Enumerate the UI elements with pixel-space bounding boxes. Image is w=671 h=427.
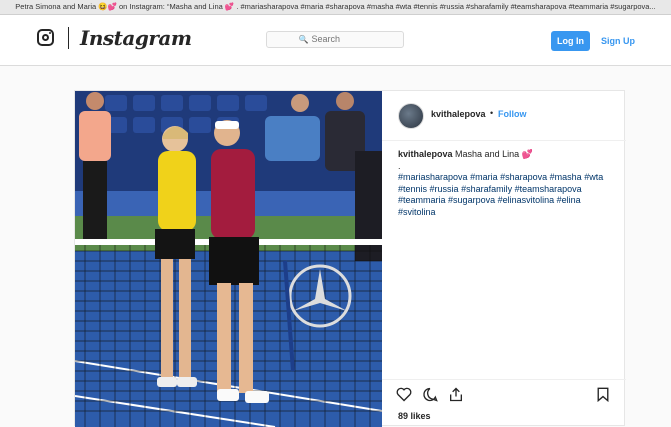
caption-dot: . — [398, 160, 401, 171]
bookmark-icon[interactable] — [596, 387, 610, 402]
avatar[interactable] — [398, 103, 424, 129]
hashtag-link[interactable]: #svitolina — [398, 207, 436, 217]
search-icon: 🔍 — [298, 35, 309, 44]
action-bar — [382, 379, 626, 402]
hashtag-link[interactable]: #sugarpova — [448, 195, 495, 205]
hashtag-list: #mariasharapova #maria #sharapova #masha… — [398, 172, 616, 218]
hashtag-link[interactable]: #masha — [550, 172, 582, 182]
sign-up-link[interactable]: Sign Up — [601, 32, 635, 50]
hashtag-link[interactable]: #tennis — [398, 184, 427, 194]
post-photo[interactable] — [75, 91, 382, 427]
share-icon[interactable] — [448, 387, 464, 402]
search-box[interactable]: 🔍 — [266, 31, 404, 48]
hashtag-link[interactable]: #sharafamily — [461, 184, 512, 194]
heart-icon[interactable] — [396, 387, 412, 402]
follow-button[interactable]: Follow — [498, 109, 527, 119]
nav-divider — [68, 27, 69, 49]
instagram-glyph-icon[interactable] — [37, 29, 54, 46]
likes-count[interactable]: 89 likes — [398, 411, 431, 421]
post-header: kvithalepova • Follow — [382, 91, 626, 141]
caption-text: Masha and Lina 💕 — [455, 149, 533, 159]
hashtag-link[interactable]: #sharapova — [500, 172, 547, 182]
post-caption: kvithalepova Masha and Lina 💕 . #mariash… — [398, 149, 616, 218]
separator-dot: • — [490, 108, 494, 118]
top-nav: Instagram 🔍 Log In Sign Up — [0, 15, 671, 66]
caption-username[interactable]: kvithalepova — [398, 149, 453, 159]
hashtag-link[interactable]: #elinasvitolina — [498, 195, 555, 205]
comment-icon[interactable] — [422, 387, 438, 402]
post-card: kvithalepova • Follow kvithalepova Masha… — [74, 90, 626, 427]
hashtag-link[interactable]: #teamsharapova — [515, 184, 582, 194]
instagram-wordmark[interactable]: Instagram — [80, 26, 192, 50]
hashtag-link[interactable]: #wta — [584, 172, 603, 182]
post-sidebar: kvithalepova • Follow kvithalepova Masha… — [382, 91, 626, 427]
hashtag-link[interactable]: #maria — [470, 172, 498, 182]
post-username[interactable]: kvithalepova — [431, 109, 486, 119]
hashtag-link[interactable]: #russia — [430, 184, 459, 194]
hashtag-link[interactable]: #mariasharapova — [398, 172, 468, 182]
hashtag-link[interactable]: #elina — [557, 195, 581, 205]
log-in-button[interactable]: Log In — [551, 31, 590, 51]
search-input[interactable] — [311, 34, 372, 44]
hashtag-link[interactable]: #teammaria — [398, 195, 446, 205]
tennis-photo-illustration — [75, 91, 382, 427]
window-title: Petra Simona and Maria 😆💕 on Instagram: … — [0, 0, 671, 15]
